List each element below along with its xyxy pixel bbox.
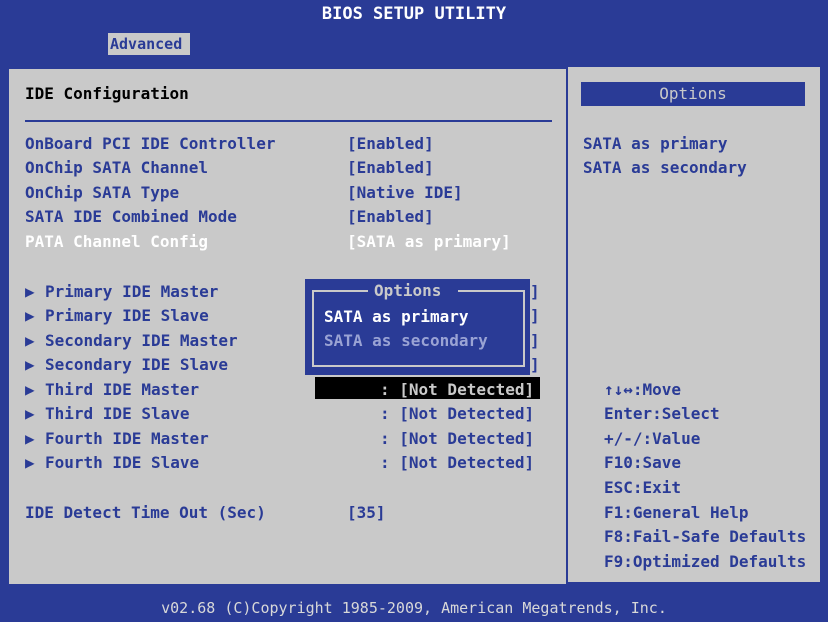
- help-fail-safe: F8:Fail-Safe Defaults: [604, 527, 807, 546]
- help-move: ↑↓↔:Move: [604, 380, 682, 399]
- device-value-third-ide-master[interactable]: : [Not Detected]: [380, 380, 534, 399]
- setting-label-onchip-sata-channel[interactable]: OnChip SATA Channel: [25, 158, 208, 177]
- obscured-value-bracket: ]: [530, 306, 540, 325]
- setting-label-sata-ide-combined[interactable]: SATA IDE Combined Mode: [25, 207, 237, 226]
- panel-divider: [566, 67, 568, 586]
- setting-value-onchip-sata-channel[interactable]: [Enabled]: [347, 158, 434, 177]
- help-save: F10:Save: [604, 453, 682, 472]
- setting-value-ide-detect-timeout[interactable]: [35]: [347, 503, 386, 522]
- device-label: Third IDE Master: [45, 380, 200, 399]
- setting-label-onchip-sata-type[interactable]: OnChip SATA Type: [25, 183, 179, 202]
- device-item-primary-ide-master[interactable]: ▶ Primary IDE Master: [25, 282, 218, 301]
- side-option-line: SATA as primary: [583, 134, 728, 153]
- bios-title: BIOS SETUP UTILITY: [321, 4, 507, 24]
- device-label: Fourth IDE Slave: [45, 453, 200, 472]
- help-general: F1:General Help: [604, 503, 749, 522]
- device-label: Fourth IDE Master: [45, 429, 209, 448]
- submenu-arrow-icon: ▶: [25, 453, 35, 472]
- submenu-arrow-icon: ▶: [25, 282, 35, 301]
- popup-frame-top-right: [458, 290, 525, 292]
- help-optimized: F9:Optimized Defaults: [604, 552, 807, 571]
- submenu-arrow-icon: ▶: [25, 404, 35, 423]
- tab-strip: [0, 55, 828, 61]
- obscured-value-bracket: ]: [530, 355, 540, 374]
- setting-value-pata-channel-config[interactable]: [SATA as primary]: [347, 232, 511, 251]
- device-item-third-ide-slave[interactable]: ▶ Third IDE Slave: [25, 404, 190, 423]
- device-item-third-ide-master[interactable]: ▶ Third IDE Master: [25, 380, 199, 399]
- submenu-arrow-icon: ▶: [25, 380, 35, 399]
- device-label: Secondary IDE Master: [45, 331, 238, 350]
- device-item-fourth-ide-master[interactable]: ▶ Fourth IDE Master: [25, 429, 209, 448]
- submenu-arrow-icon: ▶: [25, 355, 35, 374]
- section-title: IDE Configuration: [25, 84, 189, 103]
- device-label: Third IDE Slave: [45, 404, 190, 423]
- obscured-value-bracket: ]: [530, 331, 540, 350]
- help-select: Enter:Select: [604, 404, 720, 423]
- copyright-text: v02.68 (C)Copyright 1985-2009, American …: [161, 599, 667, 617]
- device-label: Primary IDE Slave: [45, 306, 209, 325]
- setting-value-sata-ide-combined[interactable]: [Enabled]: [347, 207, 434, 226]
- side-option-line: SATA as secondary: [583, 158, 747, 177]
- setting-label-onboard-pci-ide[interactable]: OnBoard PCI IDE Controller: [25, 134, 275, 153]
- popup-frame: [312, 291, 525, 367]
- popup-frame-top-left: [312, 290, 368, 292]
- setting-label-ide-detect-timeout[interactable]: IDE Detect Time Out (Sec): [25, 503, 266, 522]
- device-value-fourth-ide-slave[interactable]: : [Not Detected]: [380, 453, 534, 472]
- device-item-secondary-ide-slave[interactable]: ▶ Secondary IDE Slave: [25, 355, 228, 374]
- tab-advanced[interactable]: Advanced: [108, 33, 190, 55]
- setting-value-onchip-sata-type[interactable]: [Native IDE]: [347, 183, 463, 202]
- device-item-secondary-ide-master[interactable]: ▶ Secondary IDE Master: [25, 331, 238, 350]
- submenu-arrow-icon: ▶: [25, 429, 35, 448]
- section-divider: [25, 120, 552, 122]
- popup-option-sata-primary[interactable]: SATA as primary: [324, 307, 469, 326]
- help-exit: ESC:Exit: [604, 478, 682, 497]
- help-value: +/-/:Value: [604, 429, 701, 448]
- device-value-third-ide-slave[interactable]: : [Not Detected]: [380, 404, 534, 423]
- submenu-arrow-icon: ▶: [25, 306, 35, 325]
- setting-label-pata-channel-config[interactable]: PATA Channel Config: [25, 232, 208, 251]
- device-item-fourth-ide-slave[interactable]: ▶ Fourth IDE Slave: [25, 453, 199, 472]
- device-item-primary-ide-slave[interactable]: ▶ Primary IDE Slave: [25, 306, 209, 325]
- obscured-value-bracket: ]: [530, 282, 540, 301]
- popup-option-sata-secondary[interactable]: SATA as secondary: [324, 331, 488, 350]
- device-label: Primary IDE Master: [45, 282, 219, 301]
- submenu-arrow-icon: ▶: [25, 331, 35, 350]
- side-options-header: Options: [581, 82, 805, 106]
- popup-title: Options: [374, 281, 442, 300]
- device-value-fourth-ide-master[interactable]: : [Not Detected]: [380, 429, 534, 448]
- setting-value-onboard-pci-ide[interactable]: [Enabled]: [347, 134, 434, 153]
- device-label: Secondary IDE Slave: [45, 355, 229, 374]
